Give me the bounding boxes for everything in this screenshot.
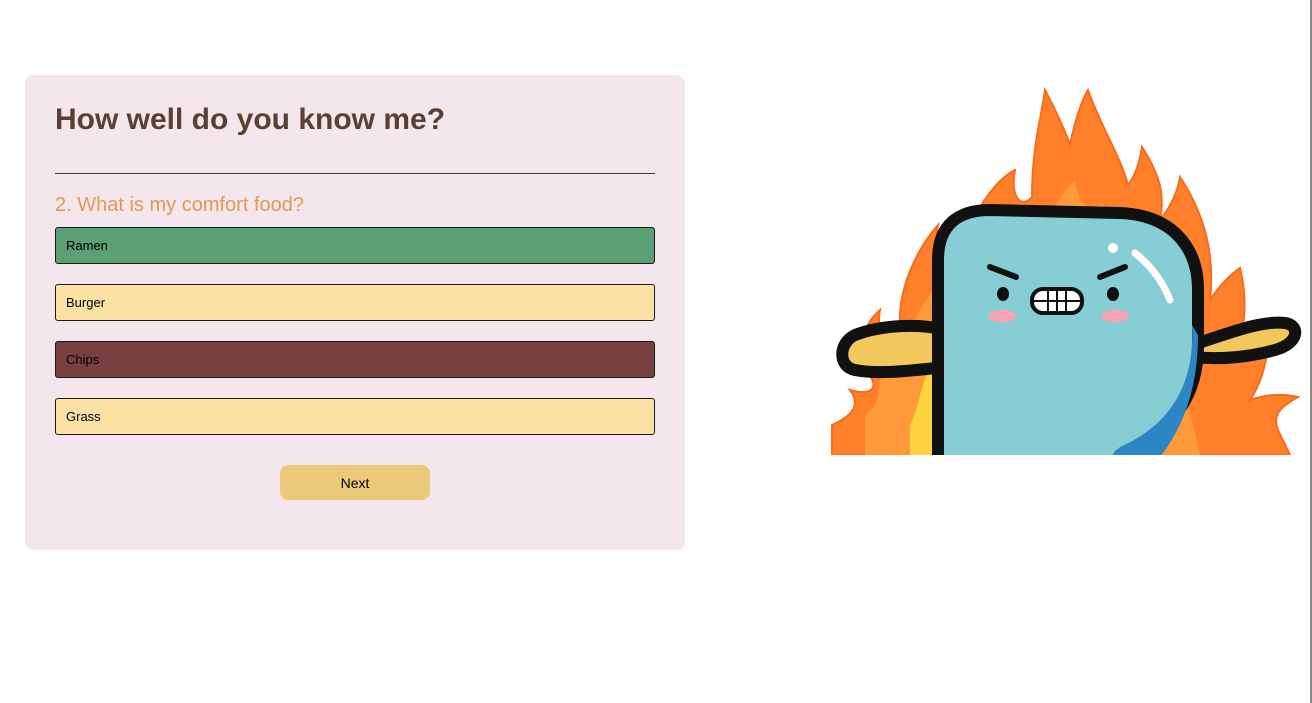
- answer-chips[interactable]: Chips: [55, 341, 655, 378]
- answer-burger[interactable]: Burger: [55, 284, 655, 321]
- blob-body: [932, 204, 1204, 455]
- left-eye: [997, 287, 1009, 301]
- angry-blob-on-fire-icon: [831, 86, 1302, 455]
- left-cheek: [988, 310, 1016, 322]
- right-cheek: [1101, 310, 1129, 322]
- question-text: 2. What is my comfort food?: [55, 194, 304, 216]
- answer-ramen[interactable]: Ramen: [55, 227, 655, 264]
- highlight-dot: [1108, 243, 1118, 253]
- right-eye: [1107, 287, 1119, 301]
- next-button[interactable]: Next: [280, 465, 430, 500]
- answer-grass[interactable]: Grass: [55, 398, 655, 435]
- divider: [55, 173, 655, 174]
- left-arm: [836, 319, 951, 379]
- quiz-card: How well do you know me? 2. What is my c…: [25, 75, 685, 550]
- quiz-title: How well do you know me?: [55, 103, 446, 136]
